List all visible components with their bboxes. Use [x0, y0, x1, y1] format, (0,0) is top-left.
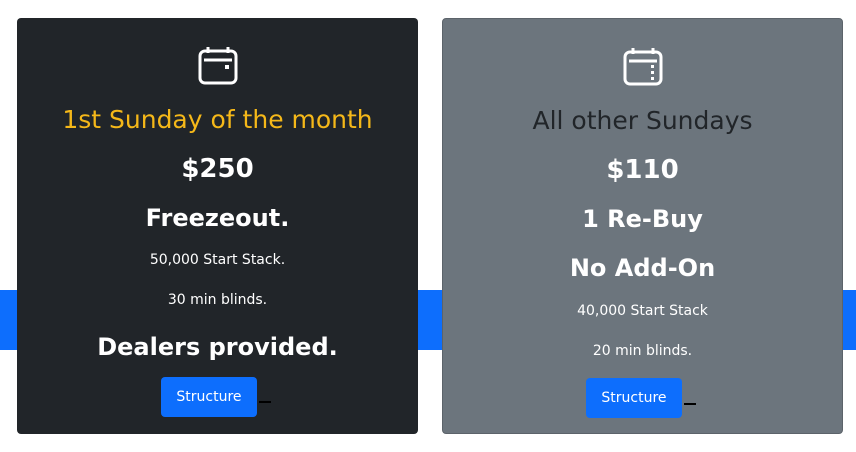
card-price: $110 [606, 155, 679, 185]
card-start-stack: 50,000 Start Stack. [149, 252, 286, 268]
tournament-card-other-sundays: All other Sundays $110 1 Re-Buy No Add-O… [442, 18, 843, 434]
card-rebuy: 1 Re-Buy [582, 205, 703, 233]
card-start-stack: 40,000 Start Stack [577, 303, 708, 319]
card-blinds: 30 min blinds. [167, 292, 268, 308]
structure-button[interactable]: Structure [586, 378, 682, 418]
card-title: All other Sundays [532, 106, 753, 135]
underscore-mark [684, 403, 696, 405]
card-dealers: Dealers provided. [97, 333, 338, 361]
calendar-icon [623, 48, 662, 86]
card-title: 1st Sunday of the month [62, 105, 373, 134]
calendar-icon [198, 47, 237, 85]
card-blinds: 20 min blinds. [592, 343, 693, 359]
card-format: Freezeout. [145, 204, 290, 232]
tournament-card-first-sunday: 1st Sunday of the month $250 Freezeout. … [17, 18, 418, 434]
structure-button[interactable]: Structure [161, 377, 257, 417]
underscore-mark [259, 401, 271, 403]
card-addon: No Add-On [569, 254, 716, 282]
card-price: $250 [181, 154, 254, 184]
